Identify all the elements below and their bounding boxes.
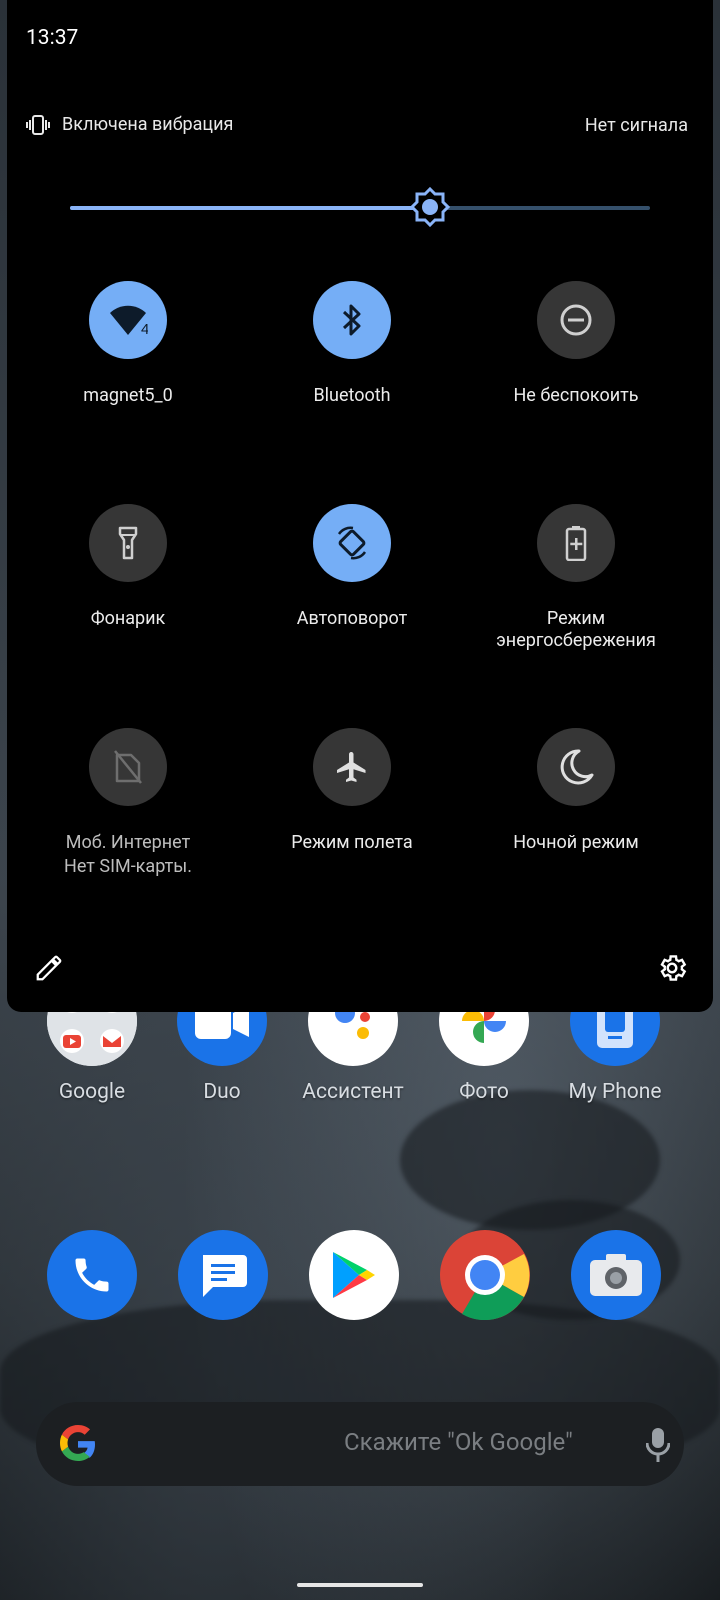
tile-label: Режим энергосбережения bbox=[496, 608, 656, 651]
svg-text:4: 4 bbox=[141, 321, 148, 337]
tile-auto-rotate[interactable]: Автоповорот bbox=[238, 504, 466, 630]
tile-flashlight-button[interactable] bbox=[89, 504, 167, 582]
dock-play-store[interactable] bbox=[287, 1230, 421, 1320]
app-label: Ассистент bbox=[302, 1080, 404, 1104]
do-not-disturb-icon bbox=[560, 304, 592, 336]
brightness-fill bbox=[70, 206, 430, 210]
google-g-icon bbox=[60, 1425, 95, 1461]
gear-icon[interactable] bbox=[656, 952, 688, 984]
dock-phone[interactable] bbox=[25, 1230, 159, 1320]
dock-messages[interactable] bbox=[156, 1230, 290, 1320]
app-label: Duo bbox=[203, 1080, 241, 1104]
app-label: Google bbox=[58, 1080, 126, 1104]
tile-bluetooth[interactable]: Bluetooth bbox=[238, 281, 466, 407]
tile-airplane-mode[interactable]: Режим полета bbox=[238, 728, 466, 854]
app-label: Фото bbox=[459, 1080, 509, 1104]
tile-wifi-button[interactable]: 4 bbox=[89, 281, 167, 359]
moon-icon bbox=[560, 749, 594, 785]
chrome-icon bbox=[440, 1230, 530, 1320]
tile-wifi[interactable]: 4 magnet5_0 bbox=[14, 281, 242, 407]
tile-night-mode-button[interactable] bbox=[537, 728, 615, 806]
dock-camera[interactable] bbox=[549, 1230, 683, 1320]
flashlight-icon bbox=[118, 526, 138, 560]
no-sim-icon bbox=[114, 750, 142, 784]
tile-label: Моб. Интернет bbox=[65, 832, 191, 853]
tile-label: Фонарик bbox=[90, 608, 166, 629]
tile-do-not-disturb[interactable]: Не беспокоить bbox=[462, 281, 690, 407]
tile-label: Bluetooth bbox=[313, 385, 391, 406]
status-time: 13:37 bbox=[26, 26, 79, 50]
tile-auto-rotate-button[interactable] bbox=[313, 504, 391, 582]
tile-flashlight[interactable]: Фонарик bbox=[14, 504, 242, 630]
app-label: My Phone bbox=[568, 1080, 662, 1104]
tile-battery-saver[interactable]: Режим энергосбережения bbox=[462, 504, 690, 652]
navigation-handle[interactable] bbox=[297, 1583, 423, 1587]
brightness-slider[interactable] bbox=[70, 186, 650, 228]
search-placeholder: Скажите "Ok Google" bbox=[344, 1428, 573, 1456]
vibrate-icon bbox=[26, 114, 50, 135]
tile-mobile-data[interactable]: Моб. Интернет Нет SIM-карты. bbox=[14, 728, 242, 879]
ringer-mode-label: Включена вибрация bbox=[62, 114, 234, 135]
dock bbox=[0, 1230, 720, 1320]
auto-rotate-icon bbox=[337, 526, 367, 560]
tile-sublabel: Нет SIM-карты. bbox=[64, 856, 192, 877]
phone-icon bbox=[47, 1230, 137, 1320]
tile-label: Ночной режим bbox=[513, 832, 639, 853]
airplane-icon bbox=[337, 752, 366, 782]
brightness-sun-icon[interactable] bbox=[409, 186, 451, 228]
tile-airplane-button[interactable] bbox=[313, 728, 391, 806]
ringer-mode-indicator[interactable]: Включена вибрация bbox=[26, 114, 233, 135]
tile-mobile-data-button[interactable] bbox=[89, 728, 167, 806]
tile-label: Автоповорот bbox=[296, 608, 408, 629]
tile-bluetooth-button[interactable] bbox=[313, 281, 391, 359]
play-store-icon bbox=[309, 1230, 399, 1320]
tile-dnd-button[interactable] bbox=[537, 281, 615, 359]
battery-saver-icon bbox=[565, 526, 587, 561]
signal-status: Нет сигнала bbox=[584, 115, 688, 136]
wifi-icon: 4 bbox=[110, 305, 148, 337]
tile-label: magnet5_0 bbox=[83, 385, 173, 406]
messages-icon bbox=[178, 1230, 268, 1320]
tile-battery-saver-button[interactable] bbox=[537, 504, 615, 582]
camera-icon bbox=[571, 1230, 661, 1320]
google-search-bar[interactable]: Скажите "Ok Google" bbox=[36, 1402, 684, 1486]
tile-label: Режим полета bbox=[291, 832, 413, 853]
dock-chrome[interactable] bbox=[418, 1230, 552, 1320]
tile-label: Не беспокоить bbox=[513, 385, 639, 406]
bluetooth-icon bbox=[342, 304, 361, 336]
tile-night-mode[interactable]: Ночной режим bbox=[462, 728, 690, 854]
pencil-icon[interactable] bbox=[34, 953, 64, 983]
microphone-icon[interactable] bbox=[646, 1428, 670, 1462]
